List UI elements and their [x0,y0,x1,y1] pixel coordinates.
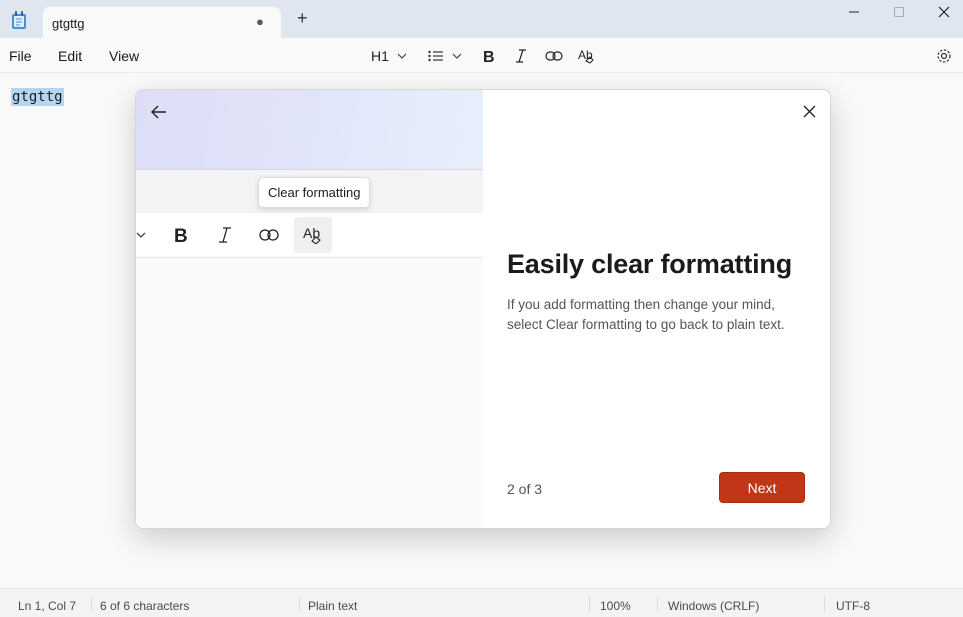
tab-title: gtgttg [52,16,85,31]
maximize-button[interactable] [876,0,922,24]
preview-toolbar: B Ab [136,213,483,258]
clear-formatting-icon: Ab [303,226,321,244]
tab-document[interactable]: gtgttg ● [43,7,281,38]
heading-label: H1 [371,48,389,64]
settings-button[interactable] [936,44,952,68]
close-icon [803,105,815,117]
feature-preview: Clear formatting B Ab [136,90,483,528]
dialog-close-button[interactable] [798,100,820,122]
close-icon [938,6,950,18]
zoom-level[interactable]: 100% [600,599,631,613]
preview-clear-formatting: Ab [294,217,332,253]
whats-new-dialog: Clear formatting B Ab Easily clear forma… [135,89,831,529]
status-divider [299,596,300,612]
minimize-button[interactable] [831,0,877,24]
next-button[interactable]: Next [719,472,805,503]
back-arrow-icon [151,105,166,119]
maximize-icon [894,7,904,17]
title-bar: gtgttg ● + [0,0,963,38]
heading-dropdown[interactable]: H1 [371,44,407,68]
encoding[interactable]: UTF-8 [836,599,870,613]
link-icon [545,51,563,61]
svg-text:Ab: Ab [578,48,593,62]
clear-formatting-icon: Ab [578,48,594,64]
list-icon [428,50,443,62]
character-count: 6 of 6 characters [100,599,190,613]
chevron-down-icon [136,232,146,238]
status-bar: Ln 1, Col 7 6 of 6 characters Plain text… [0,588,963,617]
line-ending[interactable]: Windows (CRLF) [668,599,759,613]
editor-selected-text[interactable]: gtgttg [11,88,64,106]
chevron-down-icon [397,53,407,59]
link-icon [259,229,279,241]
list-dropdown[interactable] [428,44,462,68]
status-divider [824,596,825,612]
status-divider [589,596,590,612]
bold-icon: B [174,226,188,245]
italic-icon [219,227,231,243]
status-divider [657,596,658,612]
new-tab-button[interactable]: + [297,9,308,27]
cursor-position: Ln 1, Col 7 [18,599,77,613]
menu-view[interactable]: View [109,48,139,64]
minimize-icon [849,11,859,13]
preview-header [136,90,483,169]
dialog-heading: Easily clear formatting [507,249,793,279]
step-indicator: 2 of 3 [507,481,543,497]
dialog-description: If you add formatting then change your m… [507,297,785,332]
svg-text:B: B [174,226,188,245]
italic-button[interactable] [514,44,528,68]
chevron-down-icon [452,53,462,59]
status-divider [91,596,92,612]
link-button[interactable] [545,44,563,68]
menu-bar: File Edit View H1 B Ab [0,38,963,73]
notepad-icon [12,11,26,29]
unsaved-indicator[interactable]: ● [256,14,264,29]
tooltip: Clear formatting [258,177,371,208]
format-status[interactable]: Plain text [308,599,357,613]
preview-link [250,217,288,253]
settings-icon [937,49,951,63]
preview-italic [206,217,244,253]
bold-icon: B [483,49,495,64]
menu-edit[interactable]: Edit [58,48,82,64]
svg-text:B: B [483,49,495,64]
close-window-button[interactable] [921,0,963,24]
back-button[interactable] [147,101,171,123]
menu-file[interactable]: File [9,48,32,64]
bold-button[interactable]: B [482,44,496,68]
clear-formatting-button[interactable]: Ab [578,44,596,68]
preview-bold: B [162,217,200,253]
italic-icon [516,49,526,63]
